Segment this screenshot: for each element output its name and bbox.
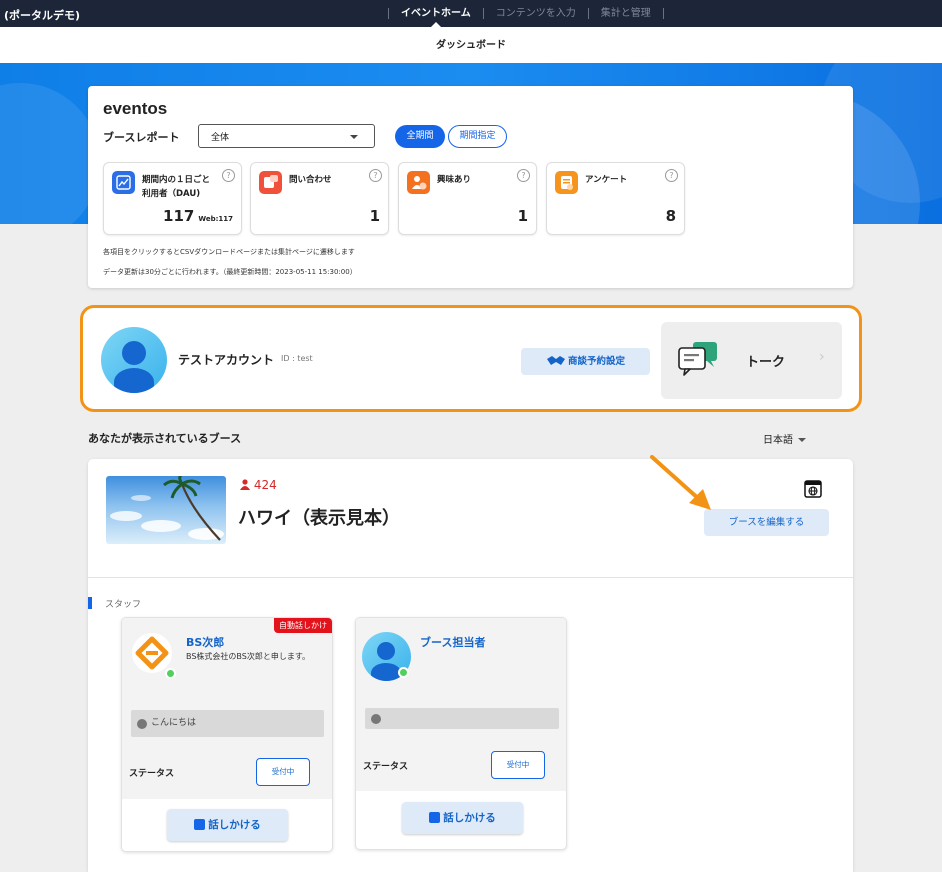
staff-name[interactable]: ブース担当者 xyxy=(420,634,485,650)
caret-down-icon xyxy=(350,135,358,139)
portal-name: (ポータルデモ) xyxy=(4,9,81,22)
booth-card: 424 ハワイ（表示見本） ブースを編集する スタッフ BS次郎 BS株式会社の… xyxy=(88,459,853,872)
report-note-csv: 各項目をクリックするとCSVダウンロードページまたは集計ページに遷移します xyxy=(103,248,355,256)
visitor-count: 424 xyxy=(240,478,277,492)
stat-value: 117 Web:117 xyxy=(163,207,233,225)
top-navigation-bar: (ポータルデモ) イベントホーム コンテンツを入力 集計と管理 xyxy=(0,0,942,27)
start-talk-button[interactable]: 話しかける xyxy=(402,802,523,834)
booth-name: ハワイ（表示見本） xyxy=(238,508,400,529)
survey-icon xyxy=(555,171,578,194)
stat-card-survey[interactable]: アンケート ? 8 xyxy=(546,162,685,235)
booth-filter-value: 全体 xyxy=(211,133,230,143)
account-avatar xyxy=(101,327,167,393)
account-name: テストアカウント xyxy=(178,353,275,367)
section-divider xyxy=(88,577,853,578)
staff-description: BS株式会社のBS次郎と申します。 xyxy=(186,652,311,661)
stat-card-dau[interactable]: 期間内の１日ごと 利用者（DAU) ? 117 Web:117 xyxy=(103,162,242,235)
booth-report-title: ブースレポート xyxy=(103,131,180,144)
stat-web-breakdown: Web:117 xyxy=(198,215,233,223)
staff-logo xyxy=(132,633,172,673)
chat-bubbles-icon xyxy=(678,342,717,376)
company-logo-icon xyxy=(135,636,169,670)
status-button[interactable]: 受付中 xyxy=(491,751,545,779)
stat-label: 期間内の１日ごと 利用者（DAU) xyxy=(142,175,211,199)
meeting-settings-button[interactable]: 商談予約設定 xyxy=(521,348,650,375)
nav-divider xyxy=(388,8,389,19)
chevron-right-icon: › xyxy=(819,349,825,365)
auto-talk-badge: 自動話しかけ xyxy=(274,618,332,633)
main-nav: イベントホーム コンテンツを入力 集計と管理 xyxy=(376,0,676,27)
online-status-dot xyxy=(398,667,409,678)
eventos-logo: eventos xyxy=(103,99,168,118)
avatar-head xyxy=(377,642,395,660)
status-button[interactable]: 受付中 xyxy=(256,758,310,786)
avatar-body xyxy=(114,368,154,393)
inquiry-icon xyxy=(259,171,282,194)
caret-down-icon xyxy=(798,438,806,442)
nav-event-home[interactable]: イベントホーム xyxy=(401,0,471,27)
stat-value: 1 xyxy=(517,207,528,225)
report-note-update: データ更新は30分ごとに行われます。（最終更新時間：2023-05-11 15:… xyxy=(103,268,357,276)
staff-name[interactable]: BS次郎 xyxy=(186,634,224,650)
booth-filter-select[interactable]: 全体 xyxy=(198,124,375,148)
all-period-button[interactable]: 全期間 xyxy=(395,125,445,148)
talk-button[interactable]: トーク › xyxy=(661,322,842,399)
account-card: テストアカウント ID : test 商談予約設定 トーク › xyxy=(80,305,862,412)
status-label: ステータス xyxy=(363,762,409,772)
stat-label: アンケート xyxy=(585,175,628,185)
clock-icon xyxy=(371,714,381,724)
edit-booth-button[interactable]: ブースを編集する xyxy=(704,509,829,536)
palm-tree-image xyxy=(110,476,224,541)
staff-section-title: スタッフ xyxy=(105,600,142,610)
stat-card-inquiry[interactable]: 問い合わせ ? 1 xyxy=(250,162,389,235)
nav-divider xyxy=(482,8,484,19)
help-icon[interactable]: ? xyxy=(369,169,382,182)
help-icon[interactable]: ? xyxy=(517,169,530,182)
person-icon xyxy=(240,479,250,490)
online-status-dot xyxy=(165,668,176,679)
stat-value: 8 xyxy=(665,207,676,225)
account-id: ID : test xyxy=(281,354,313,363)
sub-header: ダッシュボード xyxy=(0,27,942,63)
staff-message: こんにちは xyxy=(131,710,324,737)
nav-content-input[interactable]: コンテンツを入力 xyxy=(496,0,576,27)
handshake-icon xyxy=(546,355,565,365)
avatar-head xyxy=(122,341,146,365)
interest-icon xyxy=(407,171,430,194)
nav-divider xyxy=(662,8,664,19)
staff-message xyxy=(365,708,559,729)
hero-decoration xyxy=(0,83,100,224)
booths-section-title: あなたが表示されているブース xyxy=(88,432,242,445)
page-title: ダッシュボード xyxy=(436,40,506,51)
clock-icon xyxy=(137,719,147,729)
language-select[interactable]: 日本語 xyxy=(763,431,806,446)
chart-icon xyxy=(112,171,135,194)
staff-card: ブース担当者 ステータス 受付中 話しかける xyxy=(355,617,567,850)
stat-value: 1 xyxy=(369,207,380,225)
help-icon[interactable]: ? xyxy=(222,169,235,182)
staff-card: BS次郎 BS株式会社のBS次郎と申します。 自動話しかけ こんにちは ステータ… xyxy=(121,617,333,852)
stat-label: 問い合わせ xyxy=(289,175,332,185)
chat-icon xyxy=(429,811,441,823)
web-page-icon[interactable] xyxy=(804,480,822,498)
stat-card-interest[interactable]: 興味あり ? 1 xyxy=(398,162,537,235)
help-icon[interactable]: ? xyxy=(665,169,678,182)
talk-label: トーク xyxy=(746,355,786,370)
booth-report-card: eventos ブースレポート 全体 全期間 期間指定 期間内の１日ごと 利用者… xyxy=(88,86,853,288)
period-select-button[interactable]: 期間指定 xyxy=(448,125,507,148)
avatar-body xyxy=(371,663,401,681)
booth-image xyxy=(106,476,226,544)
section-marker xyxy=(88,597,92,609)
chat-icon xyxy=(194,818,206,830)
nav-divider xyxy=(587,8,589,19)
stat-label: 興味あり xyxy=(437,175,472,185)
nav-analytics-management[interactable]: 集計と管理 xyxy=(601,0,651,27)
start-talk-button[interactable]: 話しかける xyxy=(167,809,288,841)
status-label: ステータス xyxy=(129,769,175,779)
